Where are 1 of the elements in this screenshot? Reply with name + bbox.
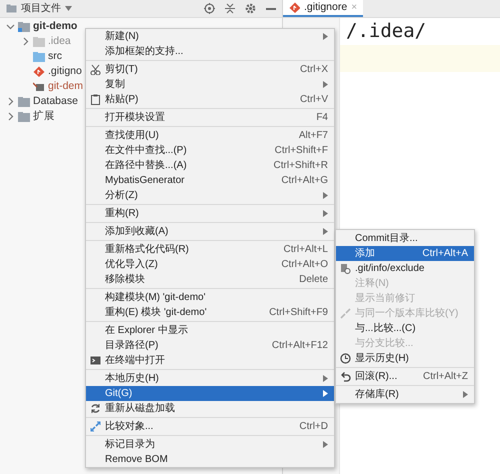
code-line: /.idea/	[345, 19, 428, 44]
